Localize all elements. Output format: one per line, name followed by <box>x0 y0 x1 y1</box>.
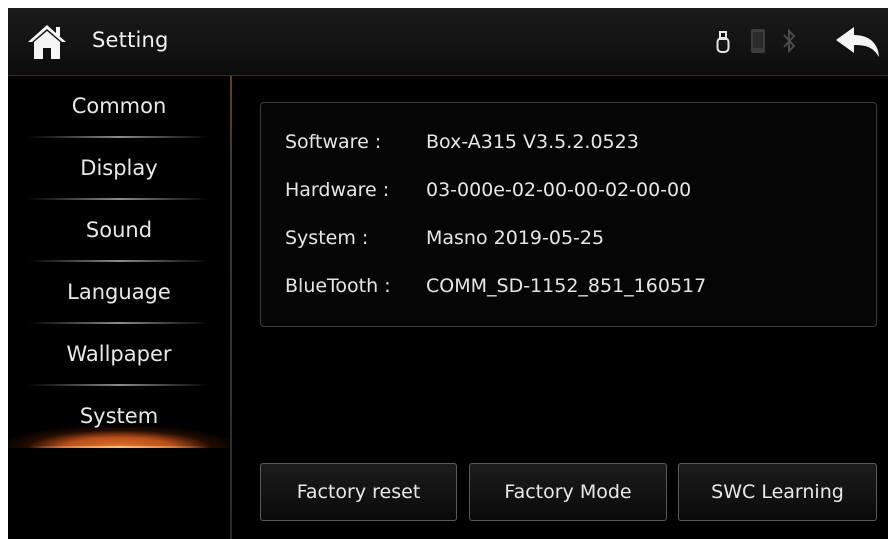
page-title: Setting <box>92 28 169 52</box>
sidebar-item-label: Wallpaper <box>66 342 172 366</box>
sidebar-item-system[interactable]: System <box>8 386 230 448</box>
sidebar-item-wallpaper[interactable]: Wallpaper <box>8 324 230 386</box>
info-value: Box-A315 V3.5.2.0523 <box>426 131 639 153</box>
home-icon[interactable] <box>26 22 68 62</box>
sidebar-item-display[interactable]: Display <box>8 138 230 200</box>
phone-icon <box>750 28 766 58</box>
back-arrow-icon[interactable] <box>834 26 880 62</box>
divider <box>28 446 210 448</box>
sidebar: Common Display Sound Language Wallpaper … <box>8 76 230 539</box>
sidebar-item-language[interactable]: Language <box>8 262 230 324</box>
sidebar-item-sound[interactable]: Sound <box>8 200 230 262</box>
info-key: Software : <box>285 131 382 153</box>
sidebar-item-label: Common <box>71 94 167 118</box>
bluetooth-icon <box>782 27 796 59</box>
top-bar: Setting <box>8 8 888 76</box>
info-key: System : <box>285 227 369 249</box>
sidebar-item-label: Language <box>67 280 171 304</box>
system-info-panel: Software : Box-A315 V3.5.2.0523 Hardware… <box>260 102 877 327</box>
sidebar-item-label: System <box>79 404 159 428</box>
swc-learning-button[interactable]: SWC Learning <box>678 463 877 521</box>
usb-icon <box>716 30 730 58</box>
sidebar-item-common[interactable]: Common <box>8 76 230 138</box>
sidebar-item-label: Sound <box>85 218 153 242</box>
settings-screen: Setting Common Display Sound Language Wa… <box>8 8 888 539</box>
factory-mode-button[interactable]: Factory Mode <box>469 463 667 521</box>
factory-reset-button[interactable]: Factory reset <box>260 463 457 521</box>
info-value: 03-000e-02-00-00-02-00-00 <box>426 179 692 201</box>
info-value: Masno 2019-05-25 <box>426 227 605 249</box>
vertical-divider <box>230 76 232 539</box>
info-key: BlueTooth : <box>285 275 391 297</box>
info-key: Hardware : <box>285 179 390 201</box>
sidebar-item-label: Display <box>80 156 158 180</box>
info-value: COMM_SD-1152_851_160517 <box>426 275 707 297</box>
